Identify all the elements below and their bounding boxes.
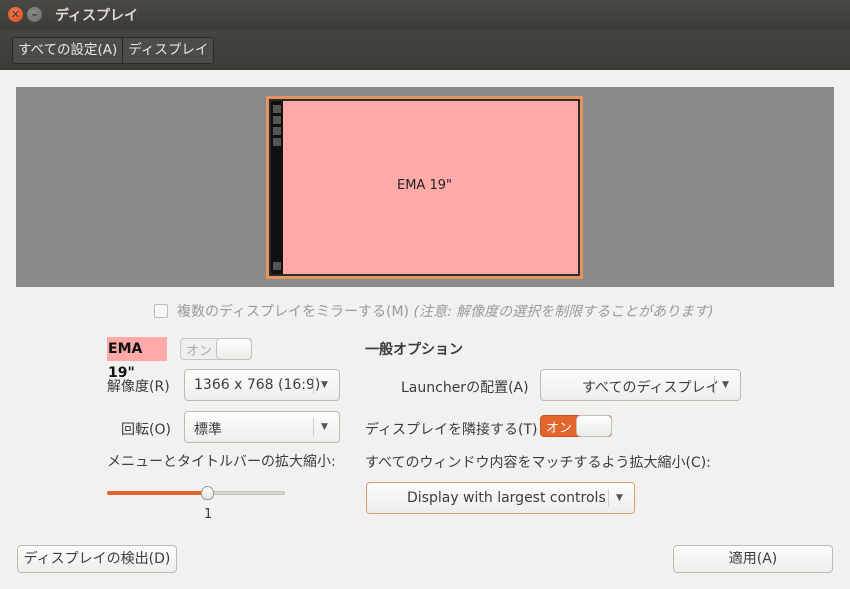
rotation-select[interactable]: 標準 ▼ <box>184 411 340 443</box>
launcher-placement-value: すべてのディスプレイ <box>582 380 720 396</box>
display-name: EMA 19" <box>107 337 167 381</box>
scale-slider-fill <box>107 491 207 495</box>
scale-windows-value: Display with largest controls <box>407 490 606 506</box>
detect-displays-button[interactable]: ディスプレイの検出(D) <box>17 545 177 573</box>
chevron-down-icon: ▼ <box>321 422 328 432</box>
scale-windows-label: すべてのウィンドウ内容をマッチするよう拡大縮小(C): <box>365 455 711 471</box>
display-power-switch-label: オン <box>186 344 213 359</box>
close-window-icon[interactable]: ✕ <box>8 7 23 22</box>
launcher-placement-select[interactable]: すべてのディスプレイ ▼ <box>540 369 741 401</box>
sticky-edges-switch-label: オン <box>546 421 573 436</box>
rotation-value: 標準 <box>194 422 222 438</box>
display-power-switch[interactable]: オン <box>180 338 252 360</box>
chevron-down-icon: ▼ <box>321 380 328 390</box>
switch-knob <box>576 415 612 437</box>
mirror-note: (注意: 解像度の選択を制限することがあります) <box>413 304 714 320</box>
resolution-label: 解像度(R) <box>107 379 170 395</box>
scale-windows-select[interactable]: Display with largest controls ▼ <box>366 482 635 514</box>
select-separator <box>714 376 715 394</box>
chevron-down-icon: ▼ <box>616 493 623 503</box>
mirror-label: 複数のディスプレイをミラーする(M) (注意: 解像度の選択を制限することがあり… <box>177 301 714 321</box>
launcher-placement-label: Launcherの配置(A) <box>401 380 529 396</box>
window-title: ディスプレイ <box>55 8 139 24</box>
select-separator <box>313 376 314 394</box>
breadcrumb-all-settings[interactable]: すべての設定(A) <box>13 38 122 63</box>
scale-slider-handle[interactable] <box>201 486 214 500</box>
chevron-down-icon: ▼ <box>722 380 729 390</box>
resolution-select[interactable]: 1366 x 768 (16:9) ▼ <box>184 369 340 401</box>
minimize-window-icon[interactable]: – <box>27 7 42 22</box>
breadcrumb: すべての設定(A) ディスプレイ <box>12 37 215 64</box>
general-options-heading: 一般オプション <box>365 342 463 358</box>
resolution-value: 1366 x 768 (16:9) <box>194 377 321 393</box>
monitor-label: EMA 19" <box>397 178 452 193</box>
rotation-label: 回転(O) <box>121 422 171 438</box>
apply-button[interactable]: 適用(A) <box>673 545 833 573</box>
select-separator <box>608 489 609 507</box>
sticky-edges-label: ディスプレイを隣接する(T) <box>365 422 538 438</box>
scale-menus-label: メニューとタイトルバーの拡大縮小: <box>107 454 336 470</box>
switch-knob <box>216 338 252 360</box>
mirror-checkbox[interactable] <box>154 304 168 318</box>
scale-slider-value: 1 <box>204 507 213 522</box>
sticky-edges-switch[interactable]: オン <box>540 415 612 437</box>
mirror-label-text: 複数のディスプレイをミラーする(M) <box>177 304 410 320</box>
select-separator <box>313 418 314 436</box>
breadcrumb-display[interactable]: ディスプレイ <box>122 38 213 63</box>
